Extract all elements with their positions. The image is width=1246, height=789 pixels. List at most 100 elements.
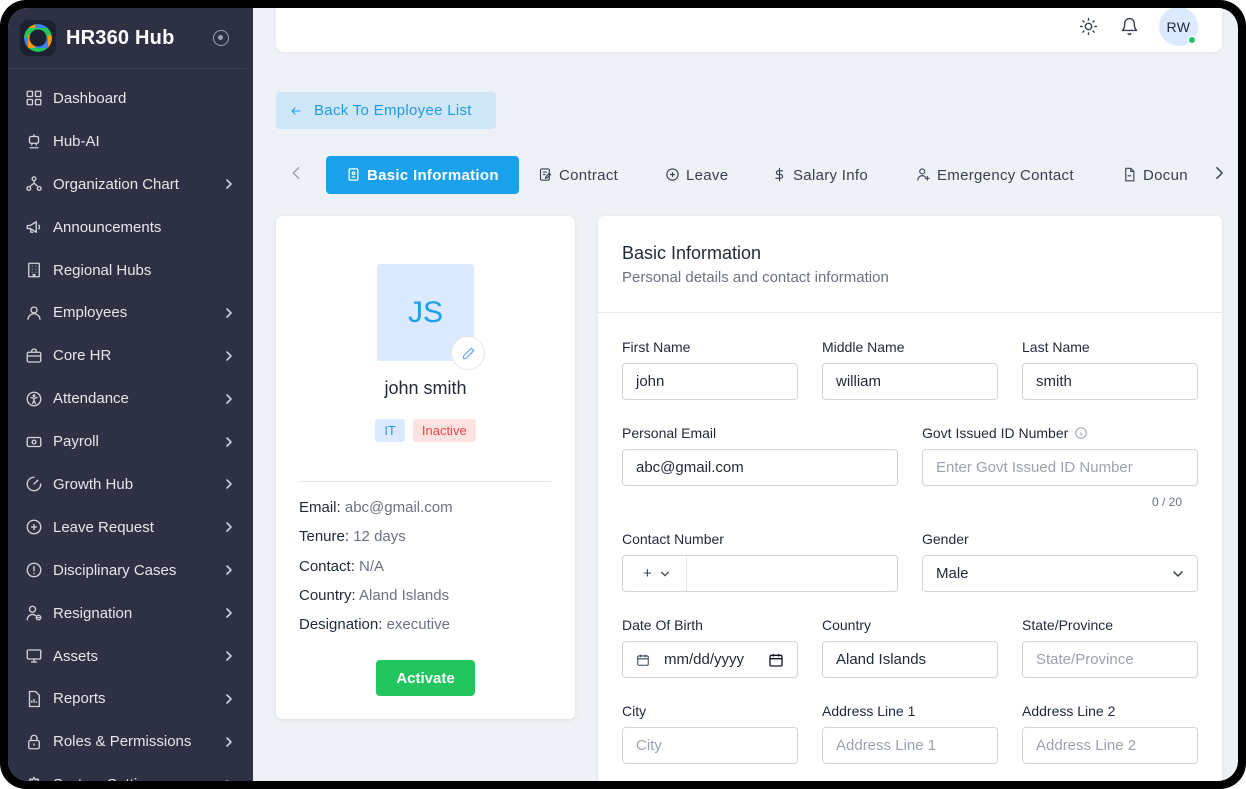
chevron-right-icon — [223, 649, 237, 663]
sidebar-item-assets[interactable]: Assets — [8, 635, 253, 678]
first-name-input[interactable]: john — [622, 363, 798, 400]
sidebar-item-label: Reports — [53, 690, 106, 708]
sidebar-toggle-icon[interactable] — [213, 30, 229, 46]
last-name-field: Last Name smith — [1022, 337, 1198, 400]
sidebar-item-payroll[interactable]: Payroll — [8, 420, 253, 463]
chevron-right-icon — [223, 735, 237, 749]
chevron-right-icon — [223, 477, 237, 491]
tab-label: Leave — [686, 166, 729, 184]
tab-scroll-left-icon[interactable] — [290, 166, 304, 184]
tab-leave[interactable]: Leave — [665, 156, 728, 194]
sidebar-item-regional-hubs[interactable]: Regional Hubs — [8, 249, 253, 292]
profile-card: JS john smith IT Inactive Email: abc@gma… — [276, 216, 575, 719]
sidebar-item-label: Leave Request — [53, 518, 154, 536]
date-of-birth-input[interactable]: mm/dd/yyyy — [622, 641, 798, 678]
chevron-down-icon — [1172, 568, 1184, 580]
city-input[interactable]: City — [622, 727, 798, 764]
theme-toggle-icon[interactable] — [1077, 15, 1099, 37]
sidebar-item-hub-ai[interactable]: Hub-AI — [8, 120, 253, 163]
sidebar-item-disciplinary-cases[interactable]: Disciplinary Cases — [8, 549, 253, 592]
employee-name: john smith — [384, 378, 467, 398]
first-name-field: First Name john — [622, 337, 798, 400]
activate-button[interactable]: Activate — [376, 660, 475, 696]
info-icon[interactable] — [1074, 426, 1088, 440]
sidebar-item-announcements[interactable]: Announcements — [8, 206, 253, 249]
char-counter: 0 / 20 — [1151, 495, 1182, 509]
sidebar-item-resignation[interactable]: Resignation — [8, 592, 253, 635]
sidebar-item-growth-hub[interactable]: Growth Hub — [8, 463, 253, 506]
state-input[interactable]: State/Province — [1022, 641, 1198, 678]
address-line-1-input[interactable]: Address Line 1 — [822, 727, 998, 764]
edit-avatar-icon[interactable] — [451, 336, 485, 370]
badge-row: IT Inactive — [276, 419, 575, 442]
date-of-birth-label: Date Of Birth — [622, 617, 703, 633]
sidebar-item-dashboard[interactable]: Dashboard — [8, 77, 253, 120]
online-status-dot — [1188, 36, 1196, 44]
tab-bar: Basic Information Contract Leave Salary … — [276, 156, 1223, 194]
middle-name-label: Middle Name — [822, 339, 905, 355]
last-name-label: Last Name — [1022, 339, 1090, 355]
gender-field: Gender Male — [922, 529, 1198, 592]
country-code-select[interactable]: + — [623, 556, 687, 591]
app-logo — [20, 20, 56, 56]
back-to-employee-list-button[interactable]: Back To Employee List — [276, 92, 496, 129]
robot-icon — [24, 131, 44, 151]
basic-information-form: Basic Information Personal details and c… — [598, 216, 1222, 781]
sidebar-item-employees[interactable]: Employees — [8, 291, 253, 334]
status-badge: Inactive — [412, 419, 476, 442]
monitor-icon — [24, 646, 44, 666]
contract-icon — [538, 167, 554, 183]
bell-icon[interactable] — [1118, 15, 1140, 37]
country-value: Aland Islands — [359, 586, 450, 604]
personal-email-input[interactable]: abc@gmail.com — [622, 449, 898, 486]
calendar-picker-icon[interactable] — [768, 652, 784, 668]
tab-documents[interactable]: Docun — [1122, 156, 1210, 194]
tab-scroll-right-icon[interactable] — [1214, 166, 1226, 184]
city-field: City City — [622, 701, 798, 764]
sidebar-item-roles-and-permissions[interactable]: Roles & Permissions — [8, 720, 253, 763]
report-icon — [24, 689, 44, 709]
user-avatar[interactable]: RW — [1159, 8, 1198, 46]
tab-label: Docun — [1143, 166, 1188, 184]
arrow-left-icon — [290, 105, 304, 117]
contact-number-input[interactable]: + — [622, 555, 898, 592]
sidebar-item-core-hr[interactable]: Core HR — [8, 334, 253, 377]
chevron-right-icon — [223, 520, 237, 534]
country-label: Country — [822, 617, 872, 633]
designation-row: Designation: executive — [299, 616, 453, 645]
last-name-input[interactable]: smith — [1022, 363, 1198, 400]
sidebar-item-label: Regional Hubs — [53, 261, 152, 279]
country-select[interactable]: Aland Islands — [822, 641, 998, 678]
sidebar-nav: Dashboard Hub-AI Organization Chart Announc… — [8, 69, 253, 781]
tab-contract[interactable]: Contract — [538, 156, 618, 194]
sidebar-item-label: Roles & Permissions — [53, 733, 192, 751]
plus-circle-icon — [665, 167, 681, 183]
address-line-2-input[interactable]: Address Line 2 — [1022, 727, 1198, 764]
tab-basic-information[interactable]: Basic Information — [326, 156, 519, 194]
govt-id-field: Govt Issued ID Number Enter Govt Issued … — [922, 423, 1198, 513]
sidebar-item-attendance[interactable]: Attendance — [8, 377, 253, 420]
sidebar-item-reports[interactable]: Reports — [8, 677, 253, 720]
id-card-icon — [346, 167, 362, 183]
tab-emergency-contact[interactable]: Emergency Contact — [916, 156, 1074, 194]
govt-id-input[interactable]: Enter Govt Issued ID Number — [922, 449, 1198, 486]
gender-select[interactable]: Male — [922, 555, 1198, 592]
govt-id-label: Govt Issued ID Number — [922, 425, 1069, 441]
first-name-label: First Name — [622, 339, 691, 355]
contact-label: Contact: — [299, 557, 355, 575]
tenure-label: Tenure: — [299, 528, 350, 546]
money-icon — [24, 432, 44, 452]
app-name: HR360 Hub — [66, 26, 175, 49]
sidebar-item-organization-chart[interactable]: Organization Chart — [8, 163, 253, 206]
tab-salary-info[interactable]: Salary Info — [772, 156, 868, 194]
gender-value: Male — [936, 565, 969, 582]
email-row: Email: abc@gmail.com — [299, 499, 453, 528]
middle-name-field: Middle Name william — [822, 337, 998, 400]
sidebar-item-leave-request[interactable]: Leave Request — [8, 506, 253, 549]
back-button-label: Back To Employee List — [314, 102, 472, 119]
contact-number-label: Contact Number — [622, 531, 724, 547]
sidebar-item-system-settings[interactable]: System Settings — [8, 763, 253, 781]
middle-name-input[interactable]: william — [822, 363, 998, 400]
email-label: Email: — [299, 499, 341, 516]
country-label: Country: — [299, 586, 356, 604]
